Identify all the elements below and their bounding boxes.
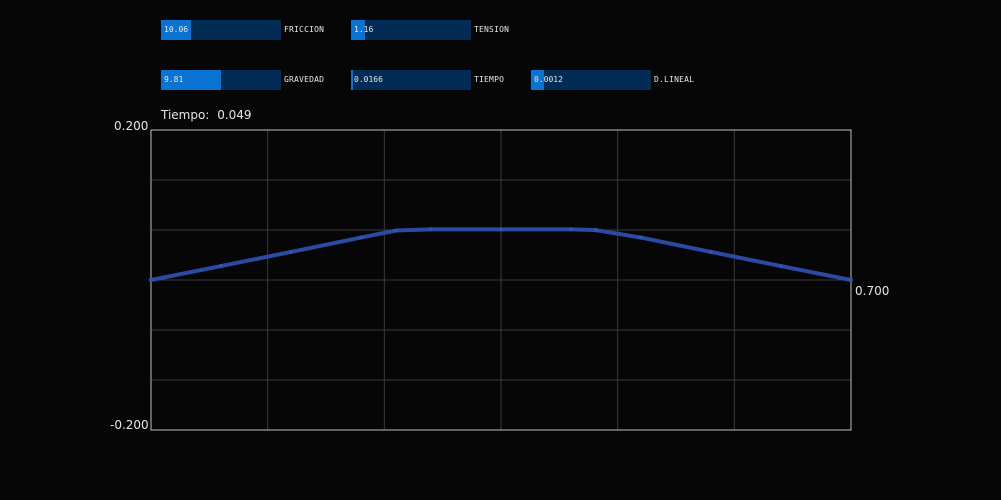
- string-node: [394, 228, 398, 233]
- string-node: [359, 235, 363, 240]
- string-node: [779, 264, 783, 269]
- string-node: [429, 227, 433, 232]
- string-node: [149, 278, 153, 282]
- string-node: [569, 227, 573, 232]
- string-node: [289, 249, 293, 254]
- string-node: [594, 228, 598, 233]
- string-node: [709, 249, 713, 254]
- plot-grid: [151, 130, 851, 430]
- string-node: [639, 235, 643, 240]
- string-node: [219, 264, 223, 269]
- string-plot: [149, 129, 853, 431]
- string-node: [849, 278, 853, 282]
- string-node: [499, 227, 503, 232]
- simulation-canvas: 10.06 FRICCION 1.16 TENSION 9.81 GRAVEDA…: [0, 0, 1001, 500]
